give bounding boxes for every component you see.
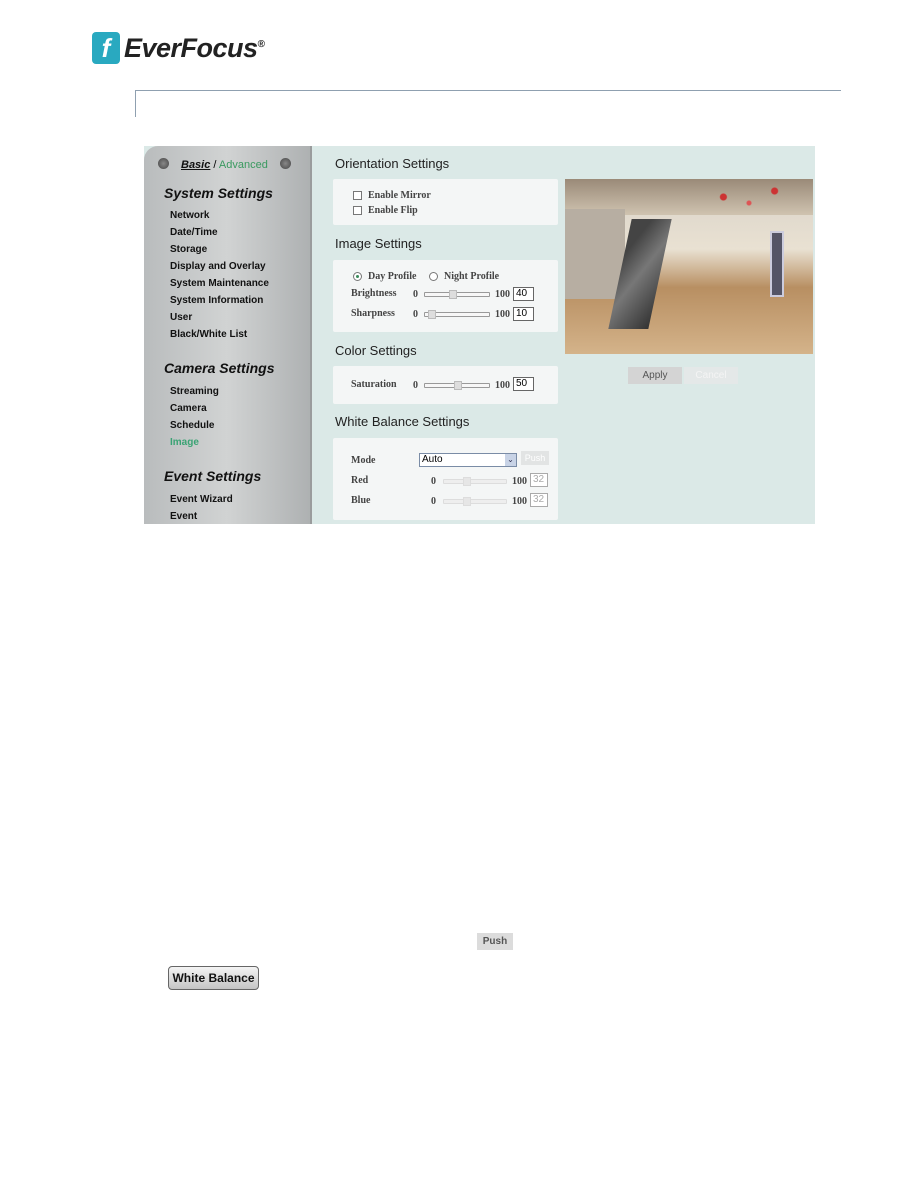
red-min: 0 bbox=[431, 476, 436, 487]
section-system-settings: System Settings bbox=[164, 185, 273, 201]
screw-icon bbox=[280, 158, 291, 169]
push-button-illustration: Push bbox=[477, 933, 513, 950]
sidebar-item-date-time[interactable]: Date/Time bbox=[170, 227, 218, 238]
blue-input[interactable]: 32 bbox=[530, 493, 548, 507]
sidebar-item-schedule[interactable]: Schedule bbox=[170, 420, 214, 431]
saturation-min: 0 bbox=[413, 380, 418, 391]
sidebar: Basic / Advanced System Settings Network… bbox=[144, 146, 312, 524]
sidebar-item-streaming[interactable]: Streaming bbox=[170, 386, 219, 397]
brightness-label: Brightness bbox=[351, 288, 397, 299]
slider-handle[interactable] bbox=[428, 310, 436, 319]
section-camera-settings: Camera Settings bbox=[164, 360, 275, 376]
camera-live-view bbox=[565, 179, 813, 354]
enable-mirror-checkbox[interactable] bbox=[353, 191, 362, 200]
day-profile-label: Day Profile bbox=[368, 271, 417, 282]
night-profile-radio[interactable] bbox=[429, 272, 438, 281]
sidebar-item-event-wizard[interactable]: Event Wizard bbox=[170, 494, 233, 505]
image-settings-title: Image Settings bbox=[335, 236, 422, 251]
logo-mark-icon: f bbox=[92, 32, 120, 64]
saturation-slider[interactable] bbox=[424, 381, 490, 390]
white-balance-panel: Mode Auto ⌄ Push Red 0 100 32 Blue 0 100 … bbox=[333, 438, 558, 520]
brightness-min: 0 bbox=[413, 289, 418, 300]
camera-web-ui: Basic / Advanced System Settings Network… bbox=[144, 146, 815, 524]
chevron-down-icon[interactable]: ⌄ bbox=[505, 454, 516, 466]
brightness-input[interactable]: 40 bbox=[513, 287, 534, 301]
sharpness-max: 100 bbox=[495, 309, 510, 320]
kiosk bbox=[770, 231, 784, 297]
brand-name: EverFocus bbox=[124, 32, 258, 63]
advanced-link[interactable]: Advanced bbox=[219, 159, 268, 171]
sidebar-item-event[interactable]: Event bbox=[170, 511, 197, 522]
orientation-title: Orientation Settings bbox=[335, 156, 450, 171]
saturation-label: Saturation bbox=[351, 379, 397, 390]
sidebar-item-system-information[interactable]: System Information bbox=[170, 295, 263, 306]
white-balance-button-illustration: White Balance bbox=[168, 966, 259, 990]
saturation-max: 100 bbox=[495, 380, 510, 391]
enable-flip-label: Enable Flip bbox=[368, 205, 418, 216]
night-profile-label: Night Profile bbox=[444, 271, 500, 282]
mode-value: Auto bbox=[422, 454, 443, 465]
section-event-settings: Event Settings bbox=[164, 468, 262, 484]
sidebar-item-black-white-list[interactable]: Black/White List bbox=[170, 329, 247, 340]
screw-icon bbox=[158, 158, 169, 169]
blue-min: 0 bbox=[431, 496, 436, 507]
day-profile-radio[interactable] bbox=[353, 272, 362, 281]
mode-label: Mode bbox=[351, 455, 376, 466]
cancel-button[interactable]: Cancel bbox=[684, 367, 738, 384]
slider-handle[interactable] bbox=[449, 290, 457, 299]
basic-link[interactable]: Basic bbox=[181, 159, 210, 171]
saturation-input[interactable]: 50 bbox=[513, 377, 534, 391]
blue-label: Blue bbox=[351, 495, 371, 506]
left-wall bbox=[565, 209, 625, 299]
slider-handle[interactable] bbox=[454, 381, 462, 390]
sidebar-item-system-maintenance[interactable]: System Maintenance bbox=[170, 278, 269, 289]
red-label: Red bbox=[351, 475, 369, 486]
sidebar-item-user[interactable]: User bbox=[170, 312, 192, 323]
brightness-max: 100 bbox=[495, 289, 510, 300]
mode-switch: Basic / Advanced bbox=[181, 159, 268, 171]
sharpness-input[interactable]: 10 bbox=[513, 307, 534, 321]
sidebar-item-network[interactable]: Network bbox=[170, 210, 209, 221]
sidebar-item-image[interactable]: Image bbox=[170, 437, 199, 448]
enable-flip-checkbox[interactable] bbox=[353, 206, 362, 215]
slider-handle[interactable] bbox=[463, 477, 471, 486]
slider-handle[interactable] bbox=[463, 497, 471, 506]
decorations bbox=[685, 179, 813, 209]
red-input[interactable]: 32 bbox=[530, 473, 548, 487]
color-settings-title: Color Settings bbox=[335, 343, 417, 358]
orientation-panel: Enable Mirror Enable Flip bbox=[333, 179, 558, 225]
sharpness-slider[interactable] bbox=[424, 310, 490, 319]
enable-mirror-label: Enable Mirror bbox=[368, 190, 431, 201]
mode-select[interactable]: Auto ⌄ bbox=[419, 453, 517, 467]
sidebar-item-camera[interactable]: Camera bbox=[170, 403, 207, 414]
brightness-slider[interactable] bbox=[424, 290, 490, 299]
sharpness-min: 0 bbox=[413, 309, 418, 320]
sidebar-item-display-overlay[interactable]: Display and Overlay bbox=[170, 261, 266, 272]
registered-mark: ® bbox=[257, 38, 265, 50]
color-panel: Saturation 0 100 50 bbox=[333, 366, 558, 404]
sharpness-label: Sharpness bbox=[351, 308, 395, 319]
mode-separator: / bbox=[210, 159, 219, 171]
push-button[interactable]: Push bbox=[521, 451, 549, 465]
red-max: 100 bbox=[512, 476, 527, 487]
red-slider[interactable] bbox=[443, 477, 507, 486]
image-panel: Day Profile Night Profile Brightness 0 1… bbox=[333, 260, 558, 332]
apply-button[interactable]: Apply bbox=[628, 367, 682, 384]
sidebar-item-storage[interactable]: Storage bbox=[170, 244, 207, 255]
white-balance-title: White Balance Settings bbox=[335, 414, 470, 429]
header-rule bbox=[135, 90, 841, 117]
everfocus-logo: f EverFocus® bbox=[92, 32, 265, 64]
blue-max: 100 bbox=[512, 496, 527, 507]
blue-slider[interactable] bbox=[443, 497, 507, 506]
